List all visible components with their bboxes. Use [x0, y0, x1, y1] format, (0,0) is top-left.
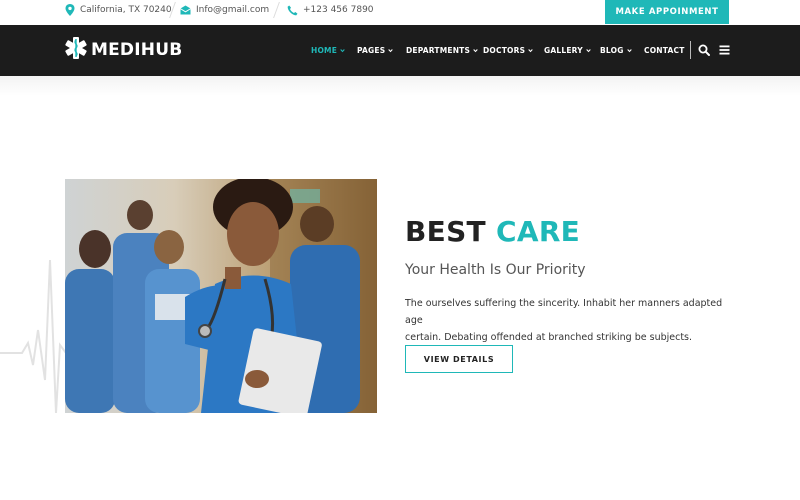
hero-heading: BEST CARE [405, 215, 580, 248]
address-text: California, TX 70240 [80, 5, 172, 15]
heartbeat-line-graphic [0, 259, 70, 414]
nav-divider [690, 41, 691, 59]
header-shadow [0, 76, 800, 96]
phone-text[interactable]: +123 456 7890 [303, 5, 374, 15]
view-details-button[interactable]: VIEW DETAILS [405, 345, 513, 373]
heading-word-best: BEST [405, 215, 486, 248]
hero-subheading: Your Health Is Our Priority [405, 262, 586, 278]
menu-icon[interactable] [718, 44, 730, 56]
nav-item-doctors[interactable]: DOCTORS [483, 25, 533, 76]
main-navbar: MEDIHUB HOME PAGES DEPARTMENTS DOCTORS G… [0, 25, 800, 76]
phone-icon [287, 5, 298, 16]
description-line: The ourselves suffering the sincerity. I… [405, 298, 723, 326]
phone-item[interactable]: +123 456 7890 [287, 0, 374, 20]
brand-name: MEDIHUB [91, 40, 183, 60]
nav-label: PAGES [357, 46, 386, 55]
nav-item-contact[interactable]: CONTACT [644, 25, 685, 76]
top-contact-bar: California, TX 70240 Info@gmail.com +123… [0, 0, 800, 25]
nav-label: CONTACT [644, 46, 685, 55]
hero-image-nurses [65, 179, 377, 413]
nav-label: DEPARTMENTS [406, 46, 471, 55]
nav-item-home[interactable]: HOME [311, 25, 345, 76]
nav-item-blog[interactable]: BLOG [600, 25, 632, 76]
nav-label: HOME [311, 46, 338, 55]
chevron-down-icon [586, 49, 591, 53]
hero-description: The ourselves suffering the sincerity. I… [405, 295, 735, 346]
heading-word-care: CARE [496, 215, 581, 248]
nav-item-gallery[interactable]: GALLERY [544, 25, 591, 76]
nav-label: DOCTORS [483, 46, 526, 55]
chevron-down-icon [340, 49, 345, 53]
nav-item-departments[interactable]: DEPARTMENTS [406, 25, 478, 76]
description-line: certain. Debating offended at branched s… [405, 332, 693, 343]
medical-cross-icon [64, 36, 88, 64]
envelope-icon [180, 5, 191, 16]
site-logo[interactable]: MEDIHUB [64, 37, 182, 63]
chevron-down-icon [388, 49, 394, 53]
address-item: California, TX 70240 [64, 0, 172, 20]
email-text[interactable]: Info@gmail.com [196, 5, 269, 15]
chevron-down-icon [626, 49, 632, 53]
search-icon[interactable] [698, 44, 710, 56]
chevron-down-icon [528, 49, 533, 53]
divider [273, 2, 280, 18]
location-pin-icon [64, 4, 75, 16]
nav-label: BLOG [600, 46, 624, 55]
make-appointment-button[interactable]: MAKE APPOINMENT [605, 0, 729, 24]
email-item[interactable]: Info@gmail.com [180, 0, 269, 20]
nav-item-pages[interactable]: PAGES [357, 25, 394, 76]
nav-label: GALLERY [544, 46, 583, 55]
chevron-down-icon [473, 49, 478, 53]
